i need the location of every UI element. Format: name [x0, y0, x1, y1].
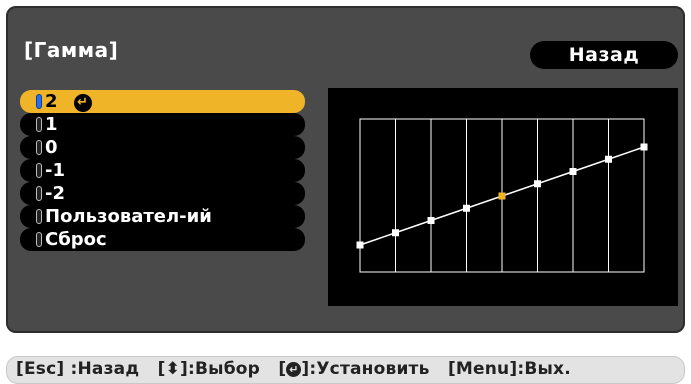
menu-title: [Гамма] [24, 38, 119, 62]
radio-icon [36, 186, 42, 201]
curve-point[interactable] [605, 155, 612, 163]
option-minus-2[interactable]: -2 [20, 182, 305, 205]
radio-icon [36, 163, 42, 178]
enter-icon: ↵ [286, 362, 302, 377]
radio-selected-icon [36, 94, 42, 109]
curve-point-selected[interactable] [498, 192, 506, 200]
back-button[interactable]: Назад [530, 41, 678, 69]
curve-point[interactable] [392, 229, 399, 237]
option-label: 1 [45, 114, 58, 135]
radio-icon [36, 117, 42, 132]
option-custom[interactable]: Пользовател-ий [20, 205, 305, 228]
curve-point[interactable] [534, 180, 541, 188]
option-label: 2 [45, 91, 58, 112]
gamma-curve-graph [328, 88, 678, 306]
curve-point[interactable] [356, 241, 364, 249]
help-bar: [Esc] :Назад [⬍]:Выбор [↵]:Установить [M… [6, 356, 685, 384]
help-set: ]:Установить [301, 359, 430, 379]
option-label: 0 [45, 137, 58, 158]
option-0[interactable]: 0 [20, 136, 305, 159]
radio-icon [36, 232, 42, 247]
option-1[interactable]: 1 [20, 113, 305, 136]
help-menu: [Menu]:Вых. [447, 359, 571, 379]
option-label: -1 [45, 160, 65, 181]
curve-point[interactable] [427, 217, 435, 224]
gamma-curve-svg [356, 118, 648, 273]
curve-point[interactable] [640, 143, 648, 151]
help-esc: [Esc] :Назад [16, 359, 140, 379]
radio-icon [36, 140, 42, 155]
help-select: [⬍]:Выбор [157, 359, 261, 379]
help-set-prefix: [ [278, 359, 287, 379]
option-label: Сброс [45, 229, 107, 250]
curve-point[interactable] [463, 204, 470, 212]
enter-icon: ↵ [73, 94, 92, 112]
radio-icon [36, 209, 42, 224]
option-minus-1[interactable]: -1 [20, 159, 305, 182]
option-label: -2 [45, 183, 65, 204]
option-label: Пользовател-ий [45, 206, 212, 227]
option-reset[interactable]: Сброс [20, 228, 305, 251]
gamma-options-list: 2 ↵ 1 0 -1 -2 Пользовател-ий Сброс [20, 90, 305, 251]
curve-point[interactable] [569, 168, 577, 175]
help-text: [Esc] :Назад [⬍]:Выбор [↵]:Установить [M… [16, 359, 571, 379]
option-2[interactable]: 2 ↵ [20, 90, 305, 113]
